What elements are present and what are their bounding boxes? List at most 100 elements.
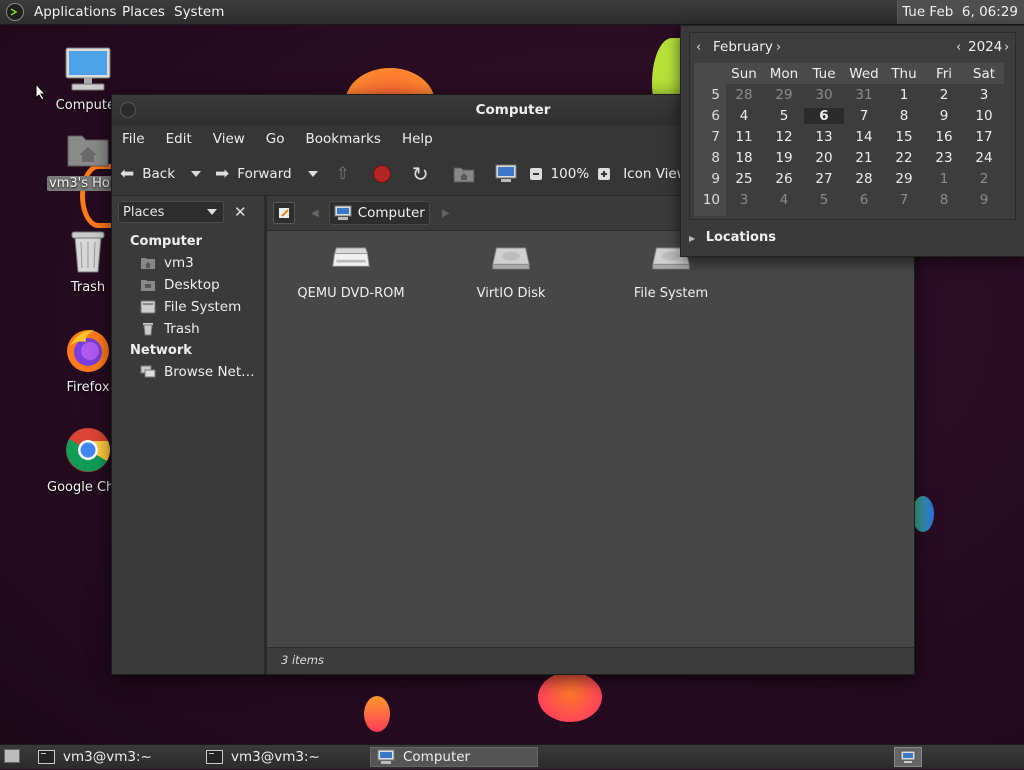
calendar-day[interactable]: 7 xyxy=(884,192,924,208)
next-month-icon[interactable]: › xyxy=(776,40,781,55)
desktop-folder-icon xyxy=(141,280,155,291)
weekday-label: Mon xyxy=(769,65,799,82)
menu-file[interactable]: File xyxy=(122,131,145,147)
forward-button[interactable]: ➡ Forward xyxy=(215,158,318,190)
week-number: 7 xyxy=(711,128,720,145)
week-number: 10 xyxy=(702,191,720,208)
stop-button[interactable] xyxy=(372,158,392,190)
sidebar-item-desktop[interactable]: Desktop xyxy=(140,277,264,293)
zoom-in-button[interactable] xyxy=(597,158,611,190)
calendar-day[interactable]: 14 xyxy=(844,129,884,145)
calendar-day[interactable]: 18 xyxy=(724,150,764,166)
calendar-day[interactable]: 4 xyxy=(724,108,764,124)
calendar-day[interactable]: 16 xyxy=(924,129,964,145)
calendar-day[interactable]: 28 xyxy=(844,171,884,187)
menu-view[interactable]: View xyxy=(213,131,245,147)
calendar-day[interactable]: 12 xyxy=(764,129,804,145)
calendar-day[interactable]: 13 xyxy=(804,129,844,145)
next-year-icon[interactable]: › xyxy=(1004,40,1009,55)
calendar-day[interactable]: 11 xyxy=(724,129,764,145)
file-item-virtio-disk[interactable]: VirtIO Disk xyxy=(441,244,581,301)
terminal-icon xyxy=(206,750,223,764)
distro-logo-icon[interactable] xyxy=(6,3,24,21)
locations-expander[interactable]: ▶ Locations xyxy=(689,230,776,245)
trash-icon xyxy=(143,323,153,336)
menu-bookmarks[interactable]: Bookmarks xyxy=(306,131,381,147)
breadcrumb-right-icon[interactable]: ▶ xyxy=(442,208,450,219)
sidebar-item-file-system[interactable]: File System xyxy=(140,299,264,315)
sidebar-item-vm3[interactable]: vm3 xyxy=(140,255,264,271)
calendar-day[interactable]: 2 xyxy=(924,87,964,103)
calendar-day[interactable]: 9 xyxy=(924,108,964,124)
calendar-day[interactable]: 1 xyxy=(884,87,924,103)
back-button[interactable]: ⬅ Back xyxy=(120,158,202,190)
menu-go[interactable]: Go xyxy=(266,131,285,147)
close-sidebar-icon[interactable]: ✕ xyxy=(234,203,247,221)
calendar-day[interactable]: 31 xyxy=(844,87,884,103)
sidebar-item-trash[interactable]: Trash xyxy=(140,321,264,337)
zoom-out-button[interactable] xyxy=(529,158,543,190)
calendar-day[interactable]: 22 xyxy=(884,150,924,166)
calendar-day[interactable]: 23 xyxy=(924,150,964,166)
calendar-day[interactable]: 21 xyxy=(844,150,884,166)
calendar-day[interactable]: 8 xyxy=(884,108,924,124)
computer-button[interactable] xyxy=(495,158,517,190)
workspace-switcher-icon[interactable] xyxy=(894,747,922,767)
calendar-day[interactable]: 30 xyxy=(804,87,844,103)
show-desktop-icon[interactable] xyxy=(4,749,20,763)
sidebar-item-label: vm3 xyxy=(164,255,194,271)
prev-year-icon[interactable]: ‹ xyxy=(956,40,961,55)
calendar-day[interactable]: 9 xyxy=(964,192,1004,208)
calendar-day[interactable]: 29 xyxy=(764,87,804,103)
breadcrumb-left-icon[interactable]: ◀ xyxy=(311,208,319,219)
calendar-day[interactable]: 26 xyxy=(764,171,804,187)
calendar-day[interactable]: 7 xyxy=(844,108,884,124)
calendar-day[interactable]: 3 xyxy=(724,192,764,208)
taskbar-item-terminal-1[interactable]: vm3@vm3:~ xyxy=(32,747,200,767)
weekday-label: Fri xyxy=(935,65,953,82)
menu-help[interactable]: Help xyxy=(402,131,433,147)
breadcrumb-computer[interactable]: Computer xyxy=(328,201,430,225)
calendar-day[interactable]: 8 xyxy=(924,192,964,208)
sidebar-type-selector[interactable]: Places xyxy=(118,201,224,223)
prev-month-icon[interactable]: ‹ xyxy=(696,40,701,55)
decorative-blob xyxy=(538,672,602,722)
taskbar-item-computer[interactable]: Computer xyxy=(370,747,538,767)
calendar-day[interactable]: 4 xyxy=(764,192,804,208)
calendar-day[interactable]: 15 xyxy=(884,129,924,145)
calendar-day[interactable]: 2 xyxy=(964,171,1004,187)
back-dropdown-icon[interactable] xyxy=(191,171,202,177)
calendar-day[interactable]: 29 xyxy=(884,171,924,187)
forward-dropdown-icon[interactable] xyxy=(307,171,318,177)
calendar-day[interactable]: 28 xyxy=(724,87,764,103)
calendar-day[interactable]: 17 xyxy=(964,129,1004,145)
file-view[interactable]: ◀ Computer ▶ QEMU DVD-ROM VirtIO Disk Fi… xyxy=(267,196,914,674)
home-button[interactable] xyxy=(453,158,475,190)
sidebar-item-browse-network[interactable]: Browse Net… xyxy=(140,364,264,380)
calendar-day[interactable]: 10 xyxy=(964,108,1004,124)
calendar-day[interactable]: 6 xyxy=(804,107,844,124)
applications-menu[interactable]: Applications xyxy=(34,4,116,20)
system-menu[interactable]: System xyxy=(174,4,224,20)
view-mode-selector[interactable]: Icon View xyxy=(623,158,688,190)
calendar-day[interactable]: 5 xyxy=(804,192,844,208)
calendar-day[interactable]: 20 xyxy=(804,150,844,166)
calendar-day[interactable]: 1 xyxy=(924,171,964,187)
calendar-day[interactable]: 25 xyxy=(724,171,764,187)
calendar-day[interactable]: 3 xyxy=(964,87,1004,103)
home-folder-icon xyxy=(67,135,109,167)
clock[interactable]: Tue Feb 6, 06:29 xyxy=(897,0,1024,24)
calendar-day[interactable]: 6 xyxy=(844,192,884,208)
locations-label: Locations xyxy=(705,230,776,245)
file-item-qemu-dvd[interactable]: QEMU DVD-ROM xyxy=(281,244,421,301)
calendar-day[interactable]: 5 xyxy=(764,108,804,124)
calendar-day[interactable]: 19 xyxy=(764,150,804,166)
taskbar-item-terminal-2[interactable]: vm3@vm3:~ xyxy=(200,747,368,767)
reload-button[interactable]: ↻ xyxy=(412,158,429,190)
calendar-day[interactable]: 27 xyxy=(804,171,844,187)
menu-edit[interactable]: Edit xyxy=(166,131,192,147)
calendar-day[interactable]: 24 xyxy=(964,150,1004,166)
up-button[interactable]: ⇧ xyxy=(336,158,358,190)
edit-location-button[interactable] xyxy=(273,202,295,224)
places-menu[interactable]: Places xyxy=(122,4,165,20)
